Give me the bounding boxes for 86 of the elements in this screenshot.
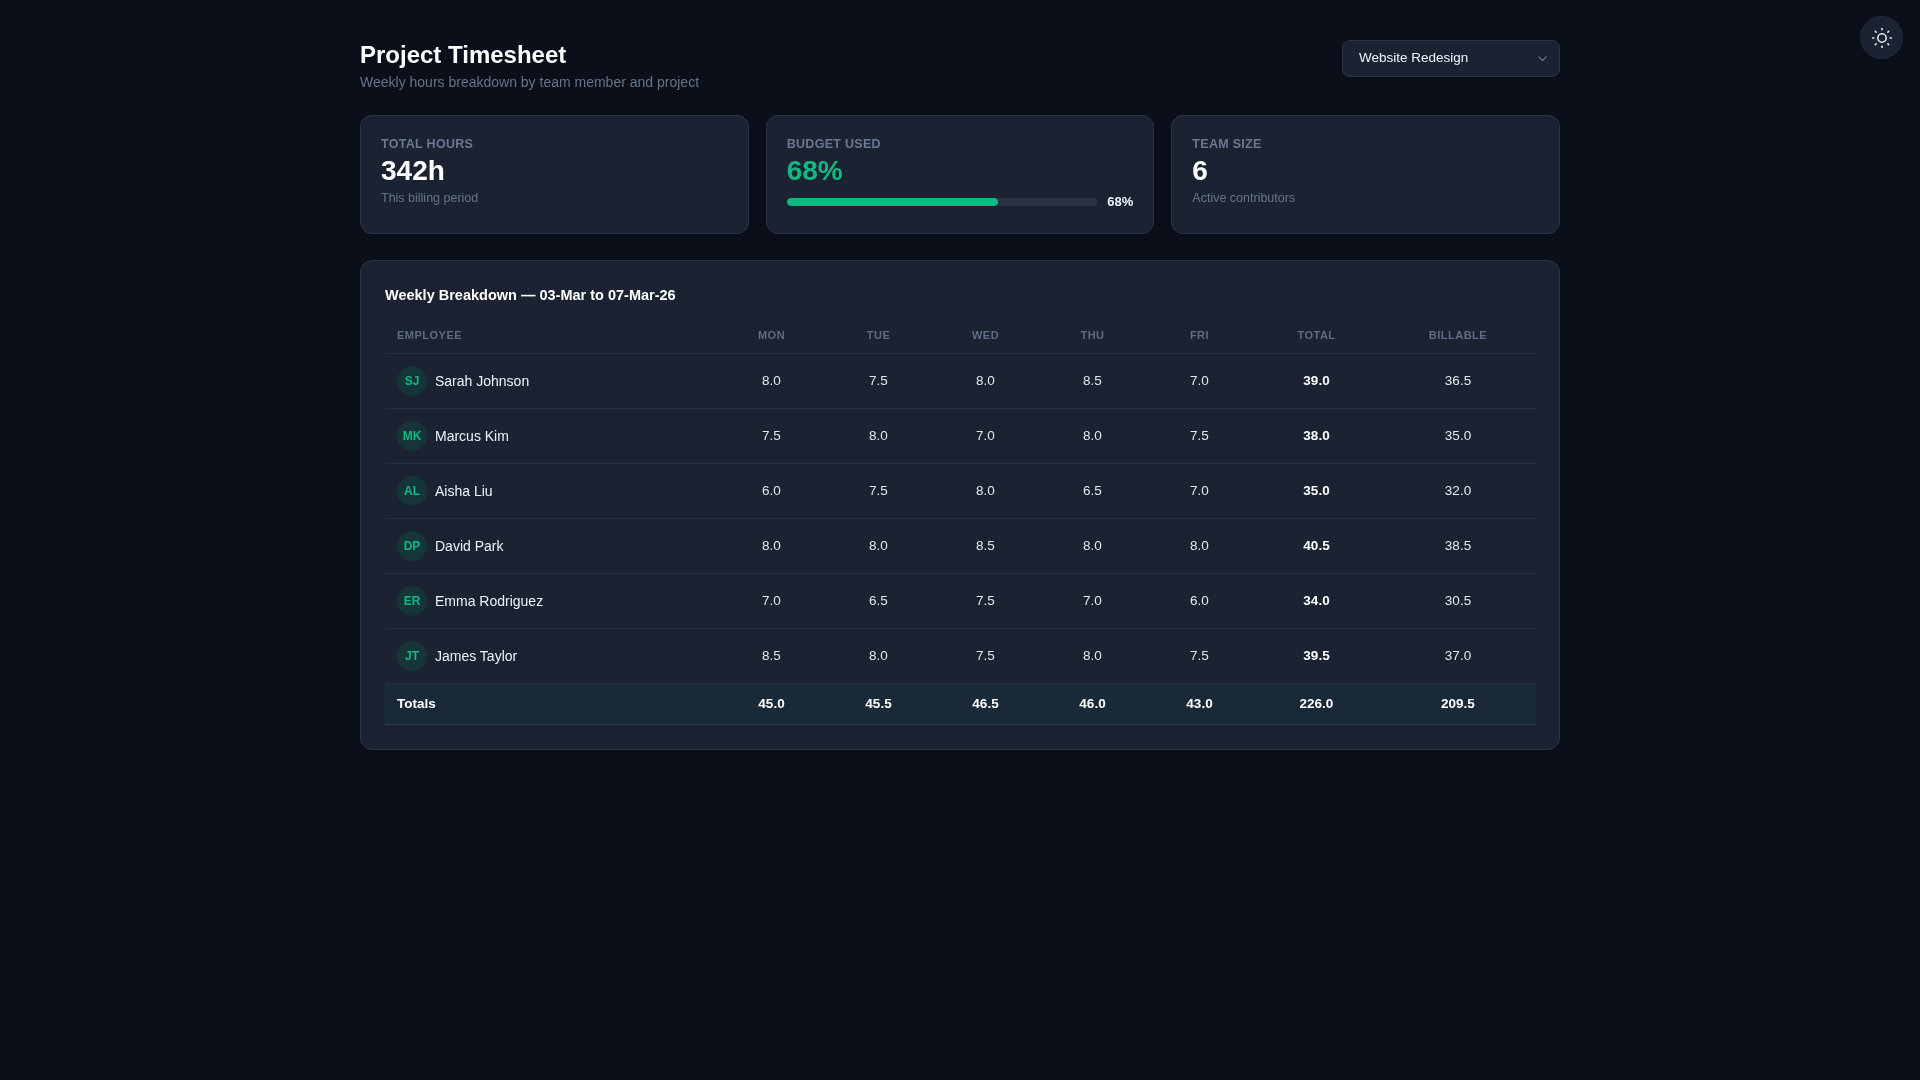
grand-total: 226.0 (1299, 696, 1334, 711)
stat-value: 6 (1192, 154, 1209, 188)
column-header: BILLABLE (1428, 329, 1488, 341)
column-header: EMPLOYEE (397, 329, 463, 341)
employee-name: Aisha Liu (435, 483, 493, 499)
hours-value: 8.0 (1190, 538, 1209, 553)
hours-value: 7.0 (1190, 373, 1209, 388)
avatar: ER (397, 586, 427, 616)
hours-value: 8.5 (976, 538, 995, 553)
stat-label: BUDGET USED (786, 136, 882, 153)
hours-value: 8.0 (976, 483, 995, 498)
hours-value: 8.0 (1083, 648, 1102, 663)
hours-total: 46.0 (1079, 696, 1106, 711)
column-header: THU (1080, 329, 1105, 341)
page-title: Project Timesheet (360, 40, 568, 69)
hours-value: 7.0 (1190, 483, 1209, 498)
stat-value: 342h (381, 154, 446, 188)
total-hours: 35.0 (1303, 483, 1330, 498)
hours-value: 7.5 (762, 428, 781, 443)
total-hours: 40.5 (1303, 538, 1330, 553)
avatar: AL (397, 476, 427, 506)
column-header: MON (757, 329, 786, 341)
column-header: TUE (866, 329, 891, 341)
hours-value: 8.0 (869, 648, 888, 663)
hours-total: 43.0 (1186, 696, 1213, 711)
hours-value: 7.5 (869, 373, 888, 388)
stat-label: TOTAL HOURS (381, 136, 475, 153)
avatar: JT (397, 641, 427, 671)
billable-hours: 38.5 (1444, 538, 1472, 553)
hours-value: 7.5 (976, 593, 995, 608)
stat-caption: Active contributors (1192, 190, 1297, 207)
stat-label: TEAM SIZE (1192, 136, 1263, 153)
hours-value: 8.0 (1083, 538, 1102, 553)
employee-name: David Park (435, 538, 504, 554)
sun-icon (1871, 27, 1892, 48)
hours-value: 7.5 (1190, 428, 1209, 443)
employee-name: Sarah Johnson (435, 373, 530, 389)
billable-hours: 35.0 (1444, 428, 1472, 443)
column-header: FRI (1189, 329, 1210, 341)
billable-hours: 30.5 (1444, 593, 1472, 608)
hours-value: 8.0 (976, 373, 995, 388)
hours-value: 7.5 (1190, 648, 1209, 663)
theme-toggle-button[interactable] (1860, 16, 1903, 59)
page-subtitle: Weekly hours breakdown by team member and project (360, 73, 699, 92)
hours-value: 7.0 (762, 593, 781, 608)
caret-icon (1538, 55, 1547, 62)
billable-hours: 37.0 (1444, 648, 1472, 663)
totals-label: Totals (397, 696, 436, 711)
hours-value: 6.5 (869, 593, 888, 608)
column-header: TOTAL (1297, 329, 1336, 341)
hours-value: 7.5 (869, 483, 888, 498)
stat-caption: This billing period (381, 190, 480, 207)
hours-value: 8.5 (1083, 373, 1102, 388)
hours-value: 6.0 (762, 483, 781, 498)
total-hours: 39.5 (1303, 648, 1330, 663)
employee-name: Marcus Kim (435, 428, 509, 444)
hours-value: 7.0 (976, 428, 995, 443)
stat-value: 68% (786, 154, 844, 188)
hours-total: 46.5 (972, 696, 999, 711)
hours-value: 8.5 (762, 648, 781, 663)
hours-value: 7.0 (1083, 593, 1102, 608)
hours-value: 6.5 (1083, 483, 1102, 498)
avatar: SJ (397, 366, 427, 396)
hours-value: 7.5 (976, 648, 995, 663)
total-hours: 39.0 (1303, 373, 1330, 388)
hours-value: 8.0 (1083, 428, 1102, 443)
avatar: DP (397, 531, 427, 561)
hours-total: 45.0 (758, 696, 785, 711)
hours-value: 8.0 (762, 538, 781, 553)
billable-hours: 32.0 (1444, 483, 1472, 498)
column-header: WED (971, 329, 1000, 341)
hours-value: 8.0 (869, 428, 888, 443)
hours-value: 8.0 (869, 538, 888, 553)
progress-reading: 68% (1107, 193, 1134, 211)
billable-total: 209.5 (1441, 696, 1475, 711)
billable-hours: 36.5 (1444, 373, 1472, 388)
hours-total: 45.5 (865, 696, 892, 711)
hours-value: 8.0 (762, 373, 781, 388)
avatar: MK (397, 421, 427, 451)
employee-name: Emma Rodriguez (435, 593, 544, 609)
total-hours: 34.0 (1303, 593, 1330, 608)
hours-value: 6.0 (1190, 593, 1209, 608)
project-dropdown[interactable]: Website Redesign (1342, 40, 1560, 77)
employee-name: James Taylor (435, 648, 518, 664)
total-hours: 38.0 (1303, 428, 1330, 443)
table-title: Weekly Breakdown — 03-Mar to 07-Mar-26 (385, 286, 677, 305)
